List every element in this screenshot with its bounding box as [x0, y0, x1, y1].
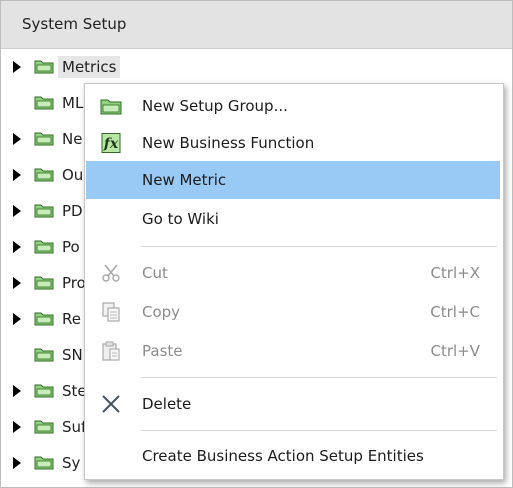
folder-icon [34, 384, 54, 398]
delete-x-icon [102, 395, 120, 413]
menu-item-label: Paste [142, 342, 183, 360]
folder-icon [34, 312, 54, 326]
tree-item-label: Ste [62, 382, 87, 400]
menu-item-new-metric[interactable]: New Metric [86, 161, 500, 199]
folder-icon [34, 60, 54, 74]
expand-arrow-icon[interactable] [13, 61, 21, 73]
tree-item-label: Ou [62, 166, 84, 184]
menu-item-label: New Setup Group... [142, 97, 288, 115]
menu-item-copy[interactable]: Copy Ctrl+C [86, 293, 500, 331]
folder-icon [100, 99, 122, 115]
menu-item-label: Create Business Action Setup Entities [142, 447, 424, 465]
tree-item-label: Pro [62, 274, 86, 292]
tree-item-label: Suf [62, 418, 87, 436]
menu-item-label: Delete [142, 395, 192, 413]
menu-item-paste[interactable]: Paste Ctrl+V [86, 332, 500, 370]
folder-icon [34, 204, 54, 218]
menu-item-shortcut: Ctrl+X [430, 264, 480, 282]
tree-item-metrics[interactable]: Metrics [1, 49, 512, 85]
folder-icon [34, 456, 54, 470]
expand-arrow-icon[interactable] [13, 133, 21, 145]
scissors-icon [102, 264, 120, 282]
paste-icon [102, 341, 120, 361]
folder-icon [34, 240, 54, 254]
expand-arrow-icon[interactable] [13, 205, 21, 217]
menu-item-label: Cut [142, 264, 168, 282]
panel-header: System Setup [1, 1, 512, 49]
menu-item-go-to-wiki[interactable]: Go to Wiki [86, 200, 500, 238]
tree-item-label: Po [62, 238, 80, 256]
tree-item-label: Metrics [58, 56, 121, 78]
folder-icon [34, 420, 54, 434]
tree-item-label: ML [62, 94, 84, 112]
menu-separator [141, 377, 497, 378]
expand-arrow-icon[interactable] [13, 457, 21, 469]
menu-item-shortcut: Ctrl+V [430, 342, 480, 360]
tree-item-label: SN [62, 346, 83, 364]
menu-item-create-business-action-setup-entities[interactable]: Create Business Action Setup Entities [86, 437, 500, 475]
menu-item-label: Go to Wiki [142, 210, 219, 228]
expand-arrow-icon[interactable] [13, 241, 21, 253]
expand-arrow-icon[interactable] [13, 313, 21, 325]
context-menu: New Setup Group... fx New Business Funct… [84, 83, 504, 480]
tree-item-label: Ne [62, 130, 83, 148]
menu-item-shortcut: Ctrl+C [430, 303, 480, 321]
tree-item-label: Re [62, 310, 81, 328]
tree-item-label: PD [62, 202, 83, 220]
panel-title: System Setup [22, 15, 127, 33]
folder-icon [34, 96, 54, 110]
svg-text:fx: fx [103, 136, 119, 152]
copy-icon [102, 302, 120, 322]
function-icon: fx [101, 133, 121, 153]
expand-arrow-icon[interactable] [13, 421, 21, 433]
menu-item-new-setup-group[interactable]: New Setup Group... [86, 87, 500, 125]
expand-arrow-icon[interactable] [13, 385, 21, 397]
expand-arrow-icon[interactable] [13, 277, 21, 289]
tree-item-label: Sy [62, 454, 81, 472]
menu-item-cut[interactable]: Cut Ctrl+X [86, 254, 500, 292]
folder-icon [34, 132, 54, 146]
menu-item-label: New Metric [142, 171, 227, 189]
menu-separator [141, 430, 497, 431]
menu-item-delete[interactable]: Delete [86, 385, 500, 423]
folder-icon [34, 348, 54, 362]
menu-separator [141, 246, 497, 247]
menu-item-label: Copy [142, 303, 181, 321]
folder-icon [34, 276, 54, 290]
menu-item-new-business-function[interactable]: fx New Business Function [86, 124, 500, 162]
menu-item-label: New Business Function [142, 134, 315, 152]
expand-arrow-icon[interactable] [13, 169, 21, 181]
folder-icon [34, 168, 54, 182]
